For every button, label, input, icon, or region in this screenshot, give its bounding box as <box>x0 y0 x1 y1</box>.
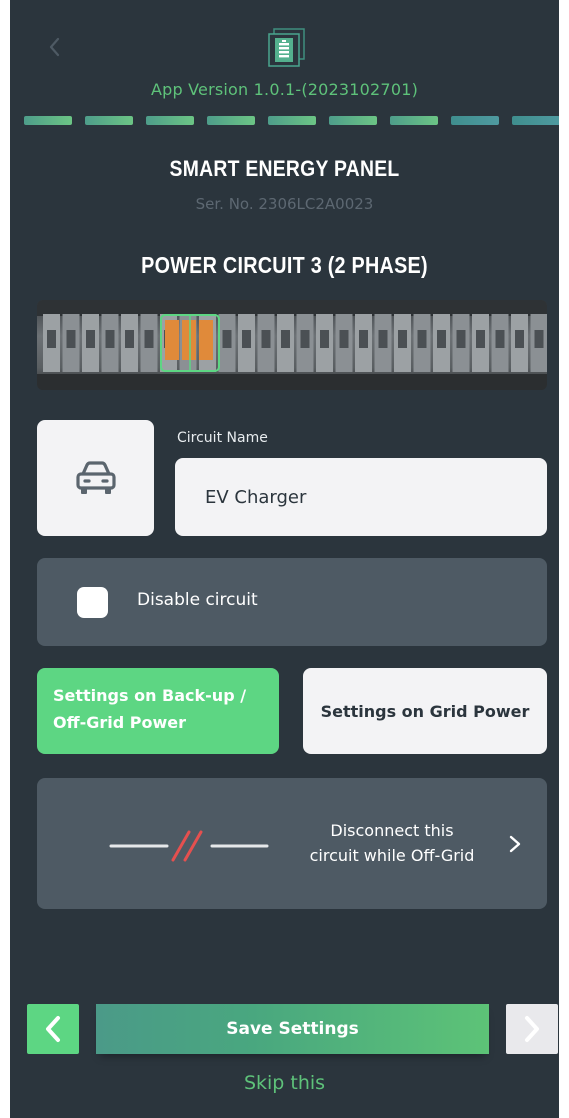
broken-line-icon <box>109 830 269 862</box>
chevron-left-icon <box>46 1016 60 1042</box>
circuit-icon-card[interactable] <box>37 420 154 536</box>
previous-step-button[interactable] <box>27 1004 79 1054</box>
circuit-name-label: Circuit Name <box>177 430 268 446</box>
save-settings-button[interactable]: Save Settings <box>96 1004 489 1054</box>
breaker-toggle <box>125 330 134 348</box>
breaker-toggle <box>66 330 76 348</box>
disable-circuit-label: Disable circuit <box>137 590 258 610</box>
breaker-toggle <box>534 330 544 348</box>
chevron-right-icon <box>509 835 521 853</box>
disable-circuit-row[interactable]: Disable circuit <box>37 558 547 646</box>
breaker-toggle <box>515 330 524 348</box>
tab-grid-label: Settings on Grid Power <box>320 701 530 721</box>
tab-backup-label-line2: Off-Grid Power <box>53 713 186 732</box>
progress-segment <box>24 116 72 125</box>
serial-number: Ser. No. 2306LC2A0023 <box>195 195 374 213</box>
chevron-right-icon <box>525 1016 539 1042</box>
step-progress <box>24 116 559 126</box>
breaker-toggle <box>242 330 251 348</box>
breaker-toggle <box>86 330 95 348</box>
tab-backup-settings[interactable]: Settings on Back-up / Off-Grid Power <box>37 668 279 754</box>
skip-link[interactable]: Skip this <box>10 1072 559 1094</box>
screen: App Version 1.0.1-(2023102701) SMART ENE… <box>10 0 559 1118</box>
app-logo-icon <box>268 28 305 67</box>
disconnect-text-line1: Disconnect this <box>330 821 454 840</box>
disconnect-off-grid-card[interactable]: Disconnect this circuit while Off-Grid <box>37 778 547 909</box>
breaker-toggle <box>456 330 466 348</box>
breaker-toggle <box>476 330 485 348</box>
panel-photo <box>37 300 547 390</box>
car-icon <box>75 461 116 494</box>
progress-segment <box>512 116 559 125</box>
tab-grid-settings[interactable]: Settings on Grid Power <box>303 668 547 754</box>
tab-backup-label-line1: Settings on Back-up / <box>53 686 247 705</box>
highlighted-breaker <box>182 320 196 360</box>
breaker-toggle <box>495 330 505 348</box>
breaker-row-graphic <box>37 300 547 390</box>
highlighted-breaker <box>165 320 179 360</box>
breaker-toggle <box>359 330 368 348</box>
breaker-toggle <box>47 330 56 348</box>
breaker-toggle <box>261 330 271 348</box>
breaker-toggle <box>339 330 349 348</box>
breaker-toggle <box>320 330 329 348</box>
app-version: App Version 1.0.1-(2023102701) <box>150 80 419 99</box>
back-chevron-icon[interactable] <box>44 36 66 58</box>
progress-segment <box>207 116 255 125</box>
breaker-toggle <box>105 330 115 348</box>
progress-segment <box>85 116 133 125</box>
progress-segment <box>329 116 377 125</box>
breaker-toggle <box>281 330 290 348</box>
disconnect-text: Disconnect this circuit while Off-Grid <box>292 818 492 868</box>
highlighted-breaker <box>199 320 213 360</box>
panel-title: SMART ENERGY PANEL <box>169 156 400 181</box>
progress-segment <box>146 116 194 125</box>
progress-segment <box>451 116 499 125</box>
next-step-button[interactable] <box>506 1004 558 1054</box>
breaker-toggle <box>222 330 232 348</box>
circuit-title: POWER CIRCUIT 3 (2 PHASE) <box>141 252 428 278</box>
breaker-toggle <box>300 330 310 348</box>
circuit-name-input[interactable]: EV Charger <box>175 458 547 536</box>
breaker-toggle <box>398 330 407 348</box>
disconnect-text-line2: circuit while Off-Grid <box>309 846 475 865</box>
progress-segment <box>390 116 438 125</box>
disable-circuit-checkbox[interactable] <box>77 587 108 618</box>
breaker-toggle <box>417 330 427 348</box>
breaker-toggle <box>144 330 154 348</box>
progress-segment <box>268 116 316 125</box>
breaker-toggle <box>437 330 446 348</box>
breaker-toggle <box>378 330 388 348</box>
